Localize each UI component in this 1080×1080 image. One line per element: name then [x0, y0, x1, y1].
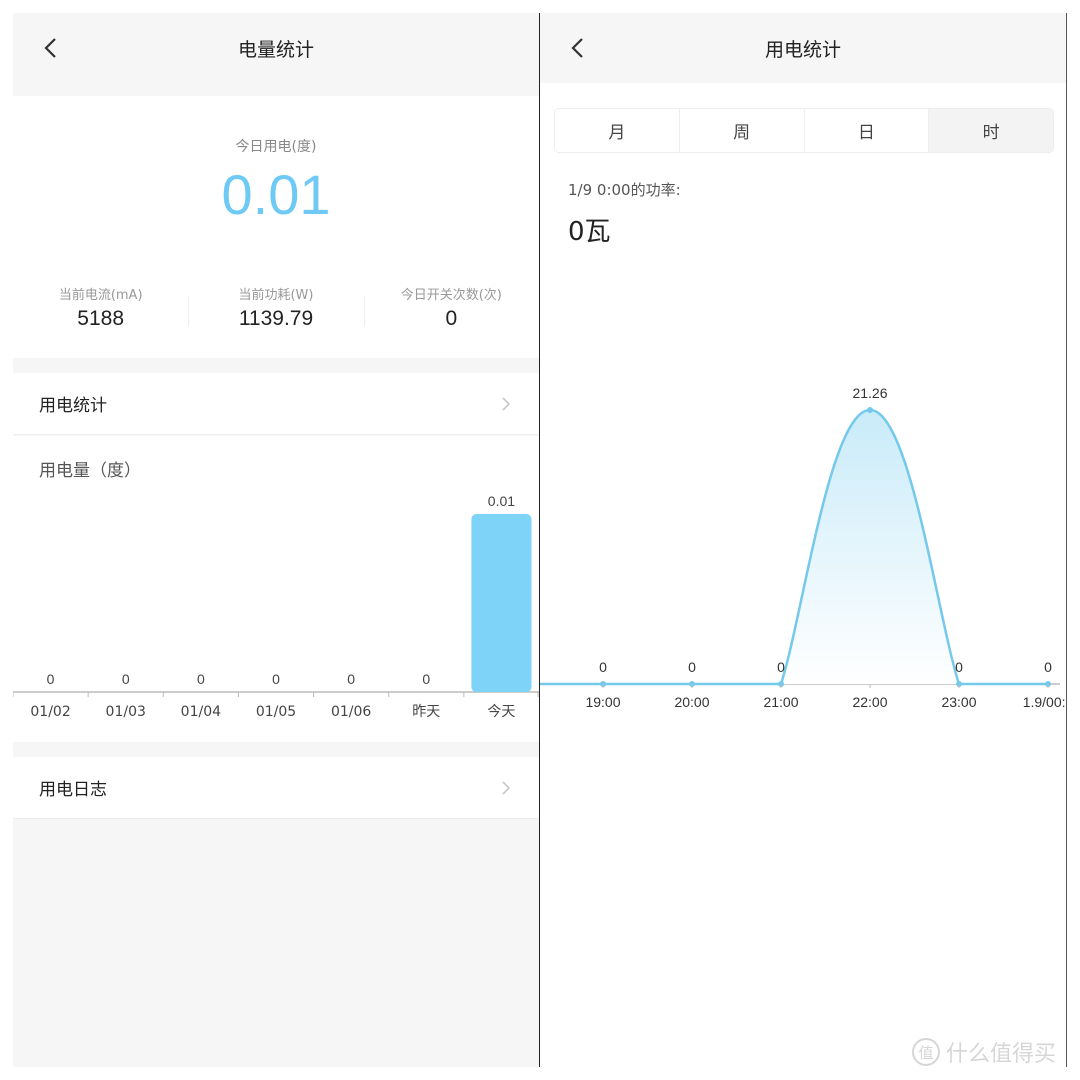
tab-week[interactable]: 周: [679, 109, 805, 152]
page-title: 电量统计: [237, 38, 314, 61]
stat-switch-count: 今日开关次数(次) 0: [363, 284, 539, 331]
stat-label: 当前功耗(W): [238, 288, 314, 303]
right-screen: 用电统计 月 周 日 时 1/9 0:00的功率: 0瓦 0 19:00 0 20:0…: [540, 13, 1066, 1067]
bar-value-label: 0.01: [488, 493, 515, 509]
x-tick-label: 01/04: [181, 704, 221, 720]
tab-month[interactable]: 月: [555, 109, 680, 152]
line-chart-svg: 0 19:00 0 20:00 0 21:00 21.26 22:00 0 23:00 0 1.9/0…: [540, 385, 1066, 710]
power-value: 0瓦: [568, 217, 611, 247]
area-fill: [540, 410, 1048, 684]
stat-label: 今日开关次数(次): [400, 288, 502, 303]
page-title: 用电统计: [764, 38, 841, 61]
bar-value-label: 0: [122, 671, 130, 687]
stat-power: 当前功耗(W) 1139.79: [188, 284, 363, 331]
x-tick-label: 01/02: [30, 704, 70, 720]
hourly-power-chart: 0 19:00 0 20:00 0 21:00 21.26 22:00 0 23:00 0 1.9/0…: [540, 368, 1066, 718]
stat-value: 0: [445, 307, 458, 330]
bar-chart-title: 用电量（度）: [39, 461, 141, 481]
x-tick-label: 23:00: [941, 694, 976, 710]
data-point: [867, 407, 873, 413]
stats-row: 当前电流(mA) 5188 当前功耗(W) 1139.79 今日开关次数(次) …: [13, 284, 539, 331]
point-value-label: 0: [777, 659, 785, 675]
usage-stats-label: 用电统计: [39, 396, 107, 416]
x-tick-label: 22:00: [852, 694, 887, 710]
chevron-right-icon: [502, 397, 511, 411]
bar-chart-svg: 0 01/02 0 01/03 0 01/04 0 01/05 0 01/06 0 昨天 0.01 今天: [13, 493, 539, 720]
today-summary: 今日用电(度) 0.01 当前电流(mA) 5188 当前功耗(W) 1139.…: [13, 96, 539, 358]
x-tick-label: 01/05: [256, 704, 296, 720]
watermark-logo-icon: 值: [912, 1038, 940, 1066]
stat-current: 当前电流(mA) 5188: [13, 284, 188, 331]
x-tick-label: 20:00: [674, 694, 709, 710]
today-usage-value: 0.01: [221, 163, 331, 226]
point-value-label: 0: [1044, 659, 1052, 675]
point-value-label: 0: [955, 659, 963, 675]
period-tabs: 月 周 日 时: [554, 108, 1054, 153]
today-usage-label: 今日用电(度): [235, 139, 317, 155]
bar-value-label: 0: [272, 671, 280, 687]
watermark: 值 什么值得买: [912, 1036, 1056, 1068]
x-tick-label: 今天: [487, 704, 515, 720]
point-value-label: 21.26: [852, 385, 887, 401]
usage-log-row[interactable]: 用电日志: [13, 757, 539, 819]
x-tick-label: 01/06: [331, 704, 371, 720]
left-navbar: 电量统计: [13, 13, 539, 83]
left-screen: 电量统计 今日用电(度) 0.01 当前电流(mA) 5188 当前功耗(W) …: [13, 13, 539, 1067]
stat-value: 5188: [77, 307, 125, 330]
point-value-label: 0: [688, 659, 696, 675]
tab-day[interactable]: 日: [804, 109, 930, 152]
usage-log-label: 用电日志: [39, 780, 107, 800]
bar-value-label: 0: [197, 671, 205, 687]
back-icon[interactable]: [35, 31, 65, 65]
tab-hour[interactable]: 时: [929, 109, 1053, 152]
x-tick-label: 昨天: [412, 704, 440, 720]
bar-value-label: 0: [422, 671, 430, 687]
x-tick-label: 1.9/00:0: [1023, 694, 1066, 710]
x-tick-label: 01/03: [106, 704, 146, 720]
bar: [471, 514, 532, 692]
chevron-right-icon: [502, 781, 511, 795]
x-tick-label: 19:00: [585, 694, 620, 710]
watermark-text: 什么值得买: [946, 1042, 1057, 1067]
bar-value-label: 0: [47, 671, 55, 687]
power-time-label: 1/9 0:00的功率:: [568, 181, 681, 199]
stat-value: 1139.79: [238, 307, 314, 330]
point-value-label: 0: [599, 659, 607, 675]
back-icon[interactable]: [562, 31, 592, 65]
right-navbar: 用电统计: [540, 13, 1066, 83]
bar-value-label: 0: [347, 671, 355, 687]
usage-bar-chart: 用电量（度） 0 01/02 0 01/03 0 01/04 0 01/05 0 01/06 0 昨天…: [13, 436, 539, 742]
x-tick-label: 21:00: [763, 694, 798, 710]
stat-label: 当前电流(mA): [58, 288, 143, 303]
usage-stats-row[interactable]: 用电统计: [13, 373, 539, 435]
right-edge: [1066, 13, 1067, 1067]
